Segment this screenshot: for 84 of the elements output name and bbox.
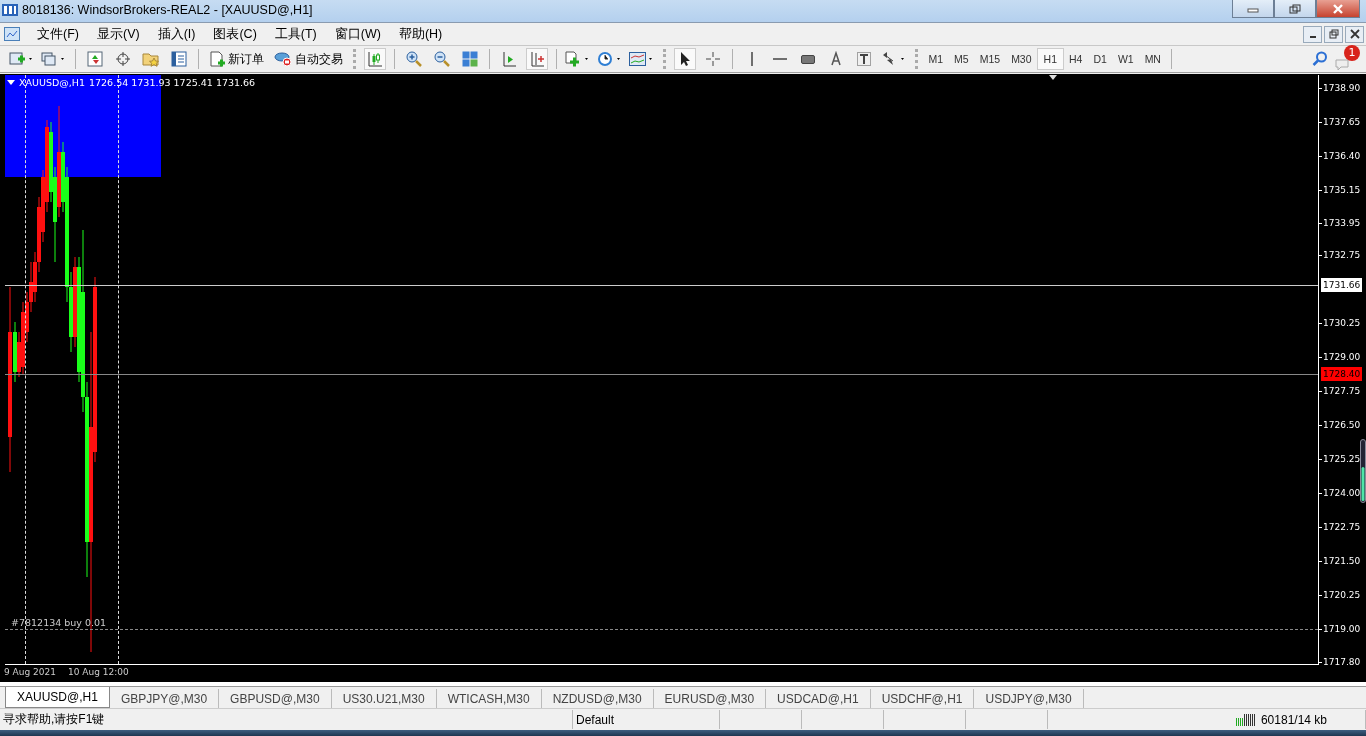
price-label: 1730.25: [1323, 317, 1361, 331]
price-label: 1722.75: [1323, 521, 1361, 535]
timeframe-button[interactable]: M30: [1005, 48, 1038, 70]
timeframe-button[interactable]: H4: [1063, 48, 1088, 70]
vertical-line-icon: [751, 52, 753, 66]
close-icon: [1332, 3, 1344, 14]
price-label: 1733.95: [1323, 216, 1361, 230]
chart-tab[interactable]: USDCAD@,H1: [766, 689, 871, 708]
chart-tab[interactable]: GBPJPY@,M30: [109, 689, 220, 708]
traffic-text: 60181/14 kb: [1260, 712, 1327, 727]
price-label: 1721.50: [1323, 555, 1361, 569]
document-plus-icon: [209, 51, 225, 67]
timeframe-button[interactable]: H1: [1037, 48, 1064, 70]
horizontal-line-icon: [773, 58, 787, 60]
navigator-button[interactable]: [168, 48, 190, 70]
hat-stop-icon: [274, 51, 292, 67]
price-label: 1737.65: [1323, 116, 1361, 129]
price-label: 1719.00: [1323, 623, 1361, 637]
menu-item[interactable]: 工具(T): [265, 25, 326, 43]
price-label: 1726.50: [1323, 419, 1361, 433]
cursor-button[interactable]: [674, 48, 696, 70]
chart-tab[interactable]: US30.U21,M30: [331, 689, 437, 708]
chart-tab[interactable]: EURUSD@,M30: [653, 689, 767, 708]
chart-tab[interactable]: GBPUSD@,M30: [219, 689, 332, 708]
price-label: 1725.25: [1323, 453, 1361, 467]
menu-item[interactable]: 显示(V): [87, 25, 149, 43]
window-title: 8018136: WindsorBrokers-REAL2 - [XAUUSD@,H1]: [22, 2, 313, 19]
price-label: 1736.40: [1323, 150, 1361, 163]
price-label: 1729.00: [1323, 351, 1361, 365]
timeframe-button[interactable]: MN: [1139, 48, 1167, 70]
connection-bars-icon: [1235, 713, 1258, 726]
menu-item[interactable]: 帮助(H): [389, 25, 452, 43]
ask-price-label: 1728.40: [1321, 366, 1363, 381]
menu-item[interactable]: 窗口(W): [325, 25, 390, 43]
restore-icon: [1289, 3, 1301, 14]
dropdown-arrow-icon[interactable]: [7, 79, 15, 86]
restore-button[interactable]: [1274, 0, 1316, 18]
bar-chart-button[interactable]: [364, 48, 386, 70]
chart-symbol: XAUUSD@,H1: [19, 77, 85, 88]
close-icon: [1349, 29, 1360, 39]
timeframe-button[interactable]: M15: [974, 48, 1006, 70]
menu-item[interactable]: 图表(C): [204, 25, 266, 43]
status-profile: Default: [573, 710, 720, 729]
restore-icon: [1328, 29, 1339, 39]
chart-shift-marker-icon[interactable]: [1049, 75, 1057, 80]
price-label: 1735.15: [1323, 184, 1361, 197]
price-label: 1732.75: [1323, 249, 1361, 263]
new-order-button[interactable]: 新订单: [207, 48, 266, 70]
timeframe-button[interactable]: D1: [1087, 48, 1113, 70]
app-logo-icon: [2, 4, 18, 16]
indicators-button[interactable]: [565, 48, 591, 70]
price-label: 1727.75: [1323, 385, 1361, 399]
chart-tab[interactable]: XAUUSD@,H1: [5, 687, 110, 708]
menu-item[interactable]: 文件(F): [28, 25, 88, 43]
timeframe-button[interactable]: M5: [948, 48, 975, 70]
restore-button[interactable]: [1324, 25, 1343, 43]
market-watch-button[interactable]: [84, 48, 106, 70]
time-label: 10 Aug 12:00: [68, 667, 129, 677]
notification-badge: 1: [1344, 45, 1360, 61]
chat-bubble-icon: [1334, 58, 1350, 70]
bar-chart-icon: [367, 51, 383, 67]
timeframe-button[interactable]: M1: [923, 48, 949, 70]
scroll-indicator-icon: [1360, 439, 1366, 503]
time-label: 9 Aug 2021: [4, 667, 56, 677]
close-button[interactable]: [1345, 25, 1364, 43]
timeframe-button[interactable]: W1: [1112, 48, 1140, 70]
price-label: 1717.80: [1323, 655, 1361, 669]
minimize-icon: [1309, 36, 1316, 38]
status-help-text: 寻求帮助,请按F1键: [0, 710, 573, 729]
price-label: 1724.00: [1323, 487, 1361, 501]
bid-price-label: 1731.66: [1321, 277, 1363, 292]
chart-tab[interactable]: USDJPY@,M30: [974, 689, 1084, 708]
notifications-button[interactable]: 1: [1334, 48, 1360, 70]
auto-scroll-button[interactable]: [526, 48, 548, 70]
price-label: 1738.90: [1323, 82, 1361, 95]
chart-tab[interactable]: NZDUSD@,M30: [541, 689, 654, 708]
chart-tab[interactable]: USDCHF@,H1: [870, 689, 975, 708]
auto-trading-button[interactable]: 自动交易: [272, 48, 345, 70]
menu-item[interactable]: 插入(I): [148, 25, 205, 43]
minimize-button[interactable]: [1303, 25, 1322, 43]
chart-axis-icon: [529, 51, 545, 67]
chart-tab[interactable]: WTICASH,M30: [436, 689, 542, 708]
price-label: 1720.25: [1323, 589, 1361, 603]
chart-window-icon: [4, 27, 20, 41]
